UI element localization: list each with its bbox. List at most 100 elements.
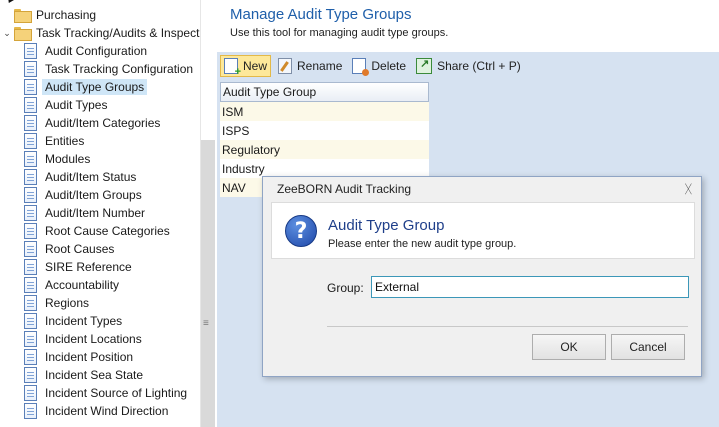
document-icon [24,79,37,95]
document-icon [24,223,37,239]
dialog-info-area: ? Audit Type Group Please enter the new … [271,202,695,259]
document-icon [24,385,37,401]
document-icon [24,349,37,365]
dialog-message: Please enter the new audit type group. [328,238,517,250]
tree-item[interactable]: Incident Types [24,312,125,330]
tree-item[interactable]: Task Tracking Configuration [24,60,196,78]
audit-type-group-dialog: ZeeBORN Audit Tracking ᚷ ? Audit Type Gr… [262,176,702,377]
document-icon [24,43,37,59]
tree-item[interactable]: Incident Wind Direction [24,402,171,420]
tree-node-label: Purchasing [36,8,97,22]
share-button-label: Share (Ctrl + P) [437,59,521,73]
grid-row[interactable]: Regulatory [220,140,429,159]
tree-item[interactable]: Entities [24,132,87,150]
document-icon [24,205,37,221]
tree-item-label: Root Cause Categories [45,224,170,238]
tree-item-label: Audit/Item Number [45,206,146,220]
tree-item[interactable]: Audit/Item Number [24,204,148,222]
tree-item-label: Audit/Item Groups [45,188,142,202]
ok-button[interactable]: OK [532,334,606,360]
delete-document-icon [352,58,370,76]
tree-item-label: Incident Types [45,314,123,328]
document-icon [24,115,37,131]
rename-button-label: Rename [297,59,343,73]
share-button[interactable]: Share (Ctrl + P) [413,55,524,77]
group-input[interactable] [371,276,689,298]
tree-item[interactable]: Audit Types [24,96,110,114]
expand-chevron-icon[interactable]: ⌄ [2,28,12,39]
document-icon [24,169,37,185]
tree-item[interactable]: Incident Locations [24,330,145,348]
document-icon [24,259,37,275]
tree-item[interactable]: Incident Source of Lighting [24,384,190,402]
navigation-tree: Purchasing ⌄ Task Tracking/Audits & Insp… [0,0,200,427]
dialog-titlebar[interactable]: ZeeBORN Audit Tracking [263,177,701,201]
tree-node-task-tracking[interactable]: ⌄ Task Tracking/Audits & Inspect [2,24,200,42]
dialog-divider [327,326,688,327]
document-icon [24,277,37,293]
tree-item[interactable]: Audit/Item Groups [24,186,145,204]
tree-node-label: Task Tracking/Audits & Inspect [36,26,200,40]
page-subtitle: Use this tool for managing audit type gr… [230,27,449,39]
tree-item-label: SIRE Reference [45,260,132,274]
tree-node-purchasing[interactable]: Purchasing [14,6,99,24]
toolbar: New Rename Delete Share (Ctrl + P) [220,55,528,78]
tree-item-label: Regions [45,296,90,310]
dialog-title: ZeeBORN Audit Tracking [277,182,412,196]
tree-item[interactable]: SIRE Reference [24,258,135,276]
folder-icon [14,27,32,41]
document-icon [24,403,37,419]
tree-item[interactable]: Modules [24,150,93,168]
tree-item-label: Audit Types [45,98,108,112]
question-icon: ? [285,215,317,247]
tree-item[interactable]: Incident Position [24,348,136,366]
document-icon [24,151,37,167]
tree-item-label: Incident Position [45,350,134,364]
new-document-icon [224,58,241,78]
document-icon [24,367,37,383]
close-icon[interactable]: ᚷ [685,182,692,196]
tree-item-label: Incident Source of Lighting [45,386,188,400]
share-arrow-icon [416,57,433,74]
tree-item-label: Entities [45,134,85,148]
new-button[interactable]: New [220,55,272,78]
cancel-button[interactable]: Cancel [611,334,685,360]
tree-item[interactable]: Root Causes [24,240,117,258]
group-field-label: Group: [327,281,364,295]
document-icon [24,61,37,77]
rename-pencil-icon [278,58,293,74]
tree-item-label: Task Tracking Configuration [45,62,194,76]
dialog-heading: Audit Type Group [328,217,445,234]
tree-item[interactable]: Regions [24,294,92,312]
tree-item-label: Incident Locations [45,332,142,346]
document-icon [24,187,37,203]
tree-item[interactable]: Root Cause Categories [24,222,173,240]
rename-button[interactable]: Rename [275,55,345,77]
tree-item-label: Audit Configuration [45,44,148,58]
document-icon [24,295,37,311]
scrollbar-thumb[interactable] [201,140,215,427]
tree-item-label: Root Causes [45,242,115,256]
splitter-grip-icon[interactable]: ≡ [203,318,209,329]
tree-item[interactable]: Incident Sea State [24,366,146,384]
new-button-label: New [243,59,268,73]
document-icon [24,133,37,149]
page-header: Manage Audit Type Groups Use this tool f… [217,0,719,52]
document-icon [24,331,37,347]
grid-row[interactable]: ISPS [220,121,429,140]
tree-item-label: Incident Wind Direction [45,404,169,418]
tree-item-label: Incident Sea State [45,368,144,382]
tree-item-label: Audit/Item Categories [45,116,161,130]
tree-item[interactable]: Audit Configuration [24,42,150,60]
tree-item-label: Accountability [45,278,120,292]
document-icon [24,97,37,113]
tree-item-label: Audit Type Groups [42,79,148,95]
grid-row[interactable]: ISM [220,102,429,121]
page-title: Manage Audit Type Groups [230,6,412,23]
tree-item[interactable]: Audit/Item Status [24,168,139,186]
grid-column-header[interactable]: Audit Type Group [220,82,429,102]
tree-item[interactable]: Audit/Item Categories [24,114,163,132]
delete-button[interactable]: Delete [349,55,409,77]
tree-item[interactable]: Accountability [24,276,122,294]
tree-item[interactable]: Audit Type Groups [24,78,148,96]
